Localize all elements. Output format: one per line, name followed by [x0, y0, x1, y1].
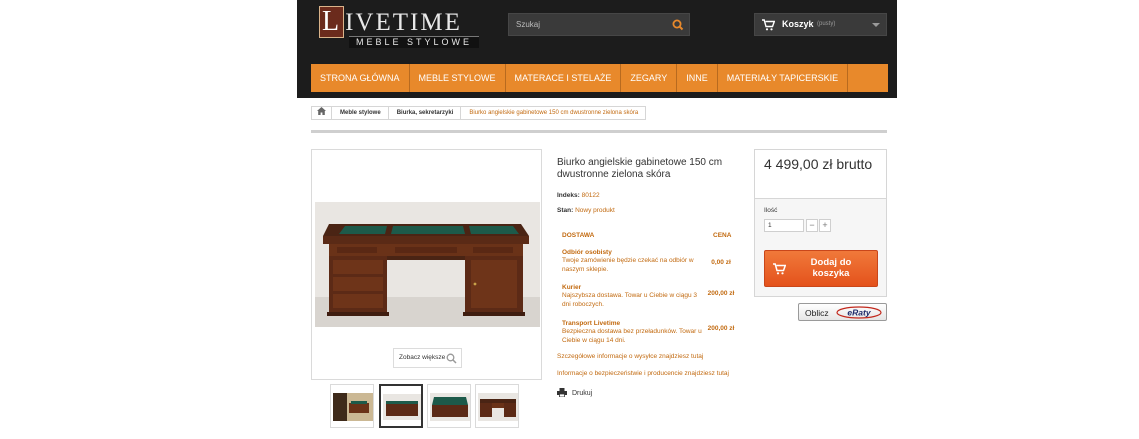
nav-item-materialy[interactable]: MATERIAŁY TAPICERSKIE — [718, 64, 849, 92]
search-box — [508, 13, 690, 36]
zoom-label: Zobacz większe — [399, 354, 446, 361]
product-image[interactable] — [315, 202, 540, 327]
product-price: 4 499,00 zł brutto — [755, 150, 886, 199]
index-label: Indeks: — [557, 192, 580, 199]
state-label: Stan: — [557, 207, 574, 214]
shipping-option-name: Odbiór osobisty — [562, 249, 612, 256]
breadcrumb-home[interactable] — [312, 106, 332, 120]
product-state: Stan: Nowy produkt — [557, 207, 615, 214]
installment-calc-button[interactable]: Oblicz eRaty — [798, 303, 887, 321]
logo-initial: L — [319, 6, 345, 38]
shipping-option-price: 200,00 zł — [707, 325, 735, 332]
cart-label: Koszyk — [782, 19, 814, 29]
thumbnail[interactable] — [330, 384, 374, 428]
add-to-cart-label: Dodaj do koszyka — [810, 257, 852, 279]
print-icon — [557, 388, 567, 399]
logo-tagline: MEBLE STYLOWE — [349, 36, 479, 48]
product-image-box: Zobacz większe — [311, 149, 542, 380]
cart-button[interactable]: Koszyk (pusty) — [754, 13, 887, 36]
thumbnail[interactable] — [427, 384, 471, 428]
cart-icon — [762, 18, 776, 31]
nav-item-materace[interactable]: MATERACE I STELAŻE — [506, 64, 622, 92]
search-input[interactable] — [509, 14, 667, 35]
logo-text: IVETIME — [345, 9, 462, 36]
site-header: LIVETIME MEBLE STYLOWE Koszyk (pusty) ST… — [297, 0, 897, 98]
eraty-logo: eRaty — [836, 306, 882, 319]
shipping-option: Transport Livetime Bezpieczna dostawa be… — [562, 320, 735, 345]
shipping-option-desc: Bezpieczna dostawa bez przeładunków. Tow… — [562, 328, 702, 344]
shipping-option: Kurier Najszybsza dostawa. Towar u Ciebi… — [562, 284, 735, 309]
svg-text:eRaty: eRaty — [847, 308, 871, 318]
shipping-col-price: CENA — [713, 232, 732, 239]
product-page: LIVETIME MEBLE STYLOWE Koszyk (pusty) ST… — [0, 0, 1139, 439]
thumbnail[interactable] — [475, 384, 519, 428]
shipping-col-delivery: DOSTAWA — [562, 232, 595, 239]
shipping-option-desc: Najszybsza dostawa. Towar u Ciebie w cią… — [562, 292, 698, 308]
calc-label: Oblicz — [805, 308, 829, 318]
breadcrumb-current: Biurko angielskie gabinetowe 150 cm dwus… — [469, 110, 639, 116]
search-icon[interactable] — [670, 17, 686, 33]
index-value: 80122 — [581, 192, 600, 199]
thumbnail-list — [330, 384, 524, 429]
zoom-button[interactable]: Zobacz większe — [393, 348, 462, 368]
shipping-details-link[interactable]: Szczegółowe informacje o wysyłce znajdzi… — [557, 353, 703, 360]
zoom-icon — [446, 353, 457, 364]
shipping-option: Odbiór osobisty Twoje zamówienie będzie … — [562, 249, 732, 274]
product-index: Indeks: 80122 — [557, 192, 600, 199]
nav-item-meble-stylowe[interactable]: MEBLE STYLOWE — [410, 64, 506, 92]
cart-icon — [773, 263, 787, 275]
shipping-option-price: 0,00 zł — [711, 259, 731, 266]
divider — [311, 130, 887, 133]
thumbnail[interactable] — [379, 384, 423, 428]
logo[interactable]: L IVETIME MEBLE STYLOWE — [319, 6, 479, 48]
chevron-down-icon — [872, 23, 880, 27]
nav-item-home[interactable]: STRONA GŁÓWNA — [311, 64, 410, 92]
home-icon — [317, 106, 326, 120]
breadcrumb-item[interactable]: Biurka, sekretarzyki — [389, 107, 462, 119]
cart-status: (pusty) — [817, 21, 836, 27]
quantity-input[interactable] — [764, 219, 804, 232]
safety-info-link[interactable]: Informacje o bezpieczeństwie i producenc… — [557, 370, 729, 377]
quantity-decrease-button[interactable]: − — [806, 219, 818, 232]
quantity-label: Ilość — [764, 207, 778, 214]
breadcrumb-item[interactable]: Meble stylowe — [332, 107, 389, 119]
print-button[interactable]: Drukuj — [557, 388, 592, 399]
state-value: Nowy produkt — [575, 207, 615, 214]
shipping-option-desc: Twoje zamówienie będzie czekać na odbiór… — [562, 257, 694, 273]
shipping-option-price: 200,00 zł — [707, 290, 735, 297]
product-title: Biurko angielskie gabinetowe 150 cm dwus… — [557, 157, 723, 180]
print-label: Drukuj — [572, 390, 593, 397]
add-to-cart-button[interactable]: Dodaj do koszyka — [764, 250, 878, 287]
main-nav: STRONA GŁÓWNA MEBLE STYLOWE MATERACE I S… — [311, 64, 888, 92]
breadcrumb: Meble stylowe Biurka, sekretarzyki Biurk… — [311, 106, 647, 120]
nav-item-inne[interactable]: INNE — [677, 64, 718, 92]
nav-item-zegary[interactable]: ZEGARY — [621, 64, 678, 92]
buy-box: 4 499,00 zł brutto Ilość − + Dodaj do ko… — [754, 149, 887, 297]
quantity-increase-button[interactable]: + — [819, 219, 831, 232]
